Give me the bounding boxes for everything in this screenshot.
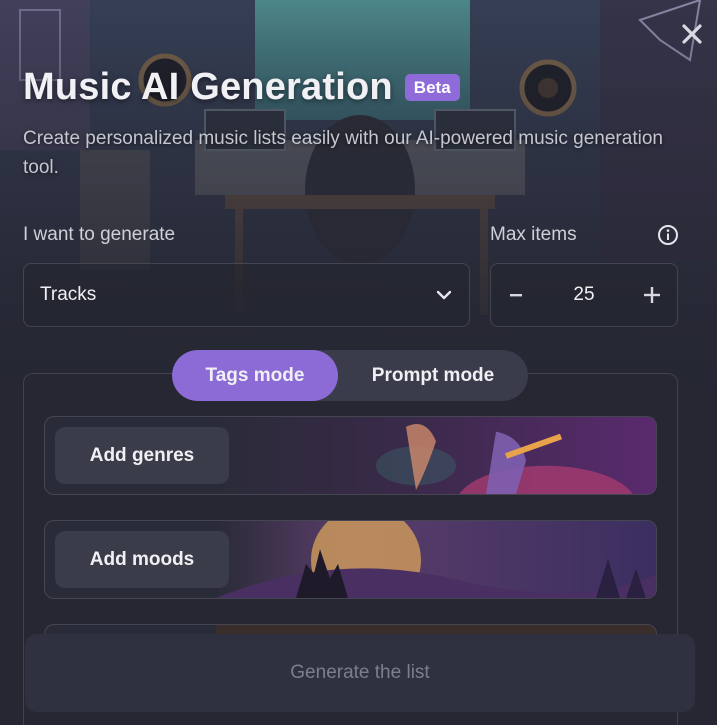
max-items-stepper: 25 [490, 263, 678, 327]
genres-card: Add genres [44, 416, 657, 495]
chevron-down-icon [436, 290, 452, 300]
max-items-label: Max items [490, 224, 577, 245]
title-row: Music AI Generation Beta [23, 66, 460, 109]
dialog-subtitle: Create personalized music lists easily w… [23, 128, 663, 178]
beta-badge: Beta [404, 74, 460, 101]
tab-prompt-mode[interactable]: Prompt mode [338, 350, 528, 401]
generate-type-select[interactable]: Tracks [23, 263, 470, 327]
add-genres-button[interactable]: Add genres [55, 427, 229, 484]
tab-tags-mode[interactable]: Tags mode [172, 350, 338, 401]
generate-list-button[interactable]: Generate the list [25, 634, 695, 712]
info-icon[interactable] [657, 224, 679, 246]
music-ai-dialog: Music AI Generation Beta Create personal… [0, 0, 717, 725]
decrement-button[interactable] [505, 284, 527, 306]
generate-type-value: Tracks [40, 284, 97, 305]
plus-icon [643, 287, 660, 303]
genres-illustration [216, 417, 656, 494]
minus-icon [510, 294, 522, 297]
generate-type-label: I want to generate [23, 224, 176, 245]
max-items-value[interactable]: 25 [573, 284, 594, 306]
dialog-title: Music AI Generation [23, 66, 393, 108]
close-icon [682, 24, 702, 44]
moods-illustration [216, 521, 656, 598]
add-moods-button[interactable]: Add moods [55, 531, 229, 588]
moods-card: Add moods [44, 520, 657, 599]
close-button[interactable] [678, 20, 706, 48]
mode-toggle: Tags mode Prompt mode [172, 350, 528, 401]
increment-button[interactable] [641, 284, 663, 306]
